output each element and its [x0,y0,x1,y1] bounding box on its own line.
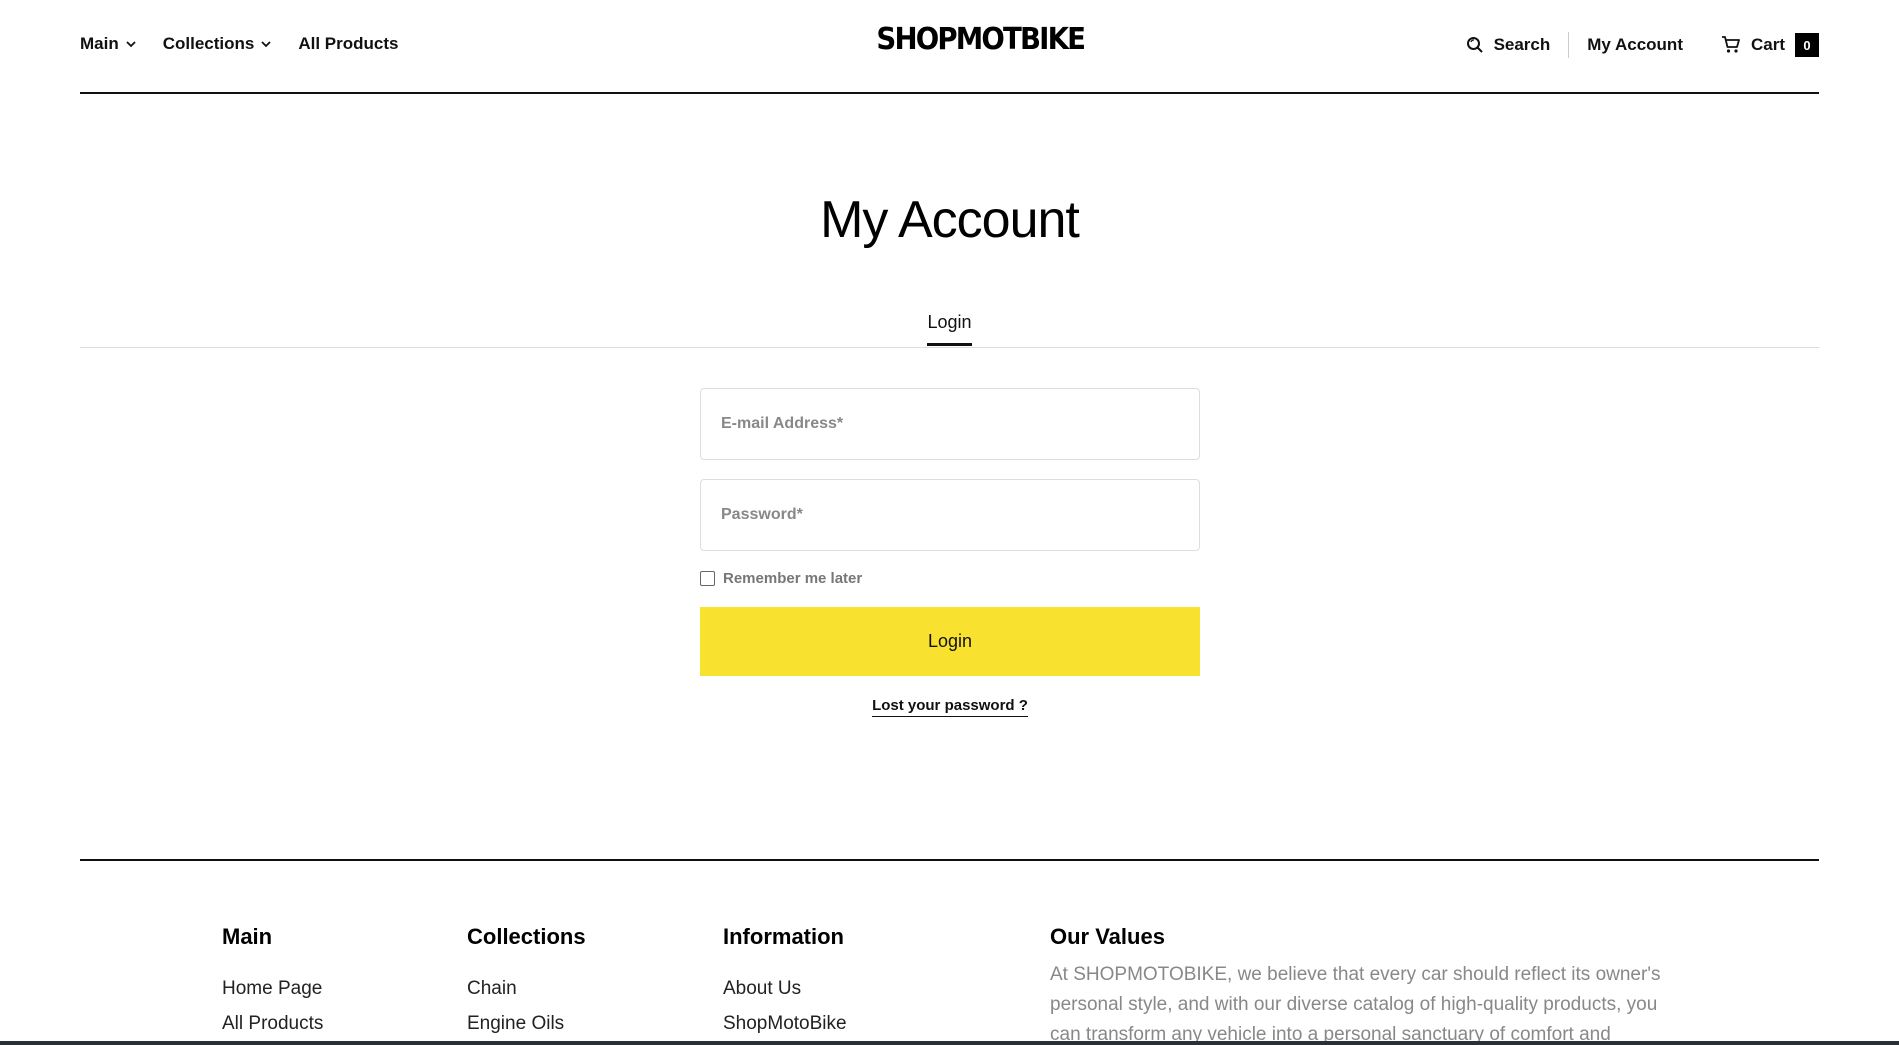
login-form: Remember me later Login Lost your passwo… [700,388,1200,717]
footer-column-values: Our Values At SHOPMOTOBIKE, we believe t… [1050,924,1690,1045]
cart-button[interactable]: Cart 0 [1721,33,1819,57]
footer-divider [80,859,1819,861]
nav-item-label: Main [80,34,119,53]
footer-heading: Information [723,924,844,949]
remember-me-row: Remember me later [700,570,1200,587]
nav-item-all-products[interactable]: All Products [298,34,398,54]
footer-column-main: Main Home Page All Products [222,924,323,1045]
footer-link-all-products[interactable]: All Products [222,1013,323,1035]
cart-icon [1721,36,1740,53]
footer-link-chain[interactable]: Chain [467,978,586,1000]
footer-heading: Main [222,924,273,949]
main-nav: Main Collections All Products [80,34,398,54]
nav-item-main[interactable]: Main [80,34,137,54]
footer-column-collections: Collections Chain Engine Oils [467,924,586,1045]
login-button[interactable]: Login [700,607,1200,676]
chevron-down-icon [126,41,136,48]
footer-link-shopmotobike[interactable]: ShopMotoBike [723,1013,847,1035]
remember-me-checkbox[interactable] [700,571,715,586]
footer-heading: Collections [467,924,586,949]
password-field[interactable] [721,506,1199,524]
account-tabs: Login [80,312,1819,348]
site-header: Main Collections All Products SHOPMOTBIK… [80,0,1819,94]
bottom-bar [0,1041,1899,1045]
site-logo[interactable]: SHOPMOTBIKE [876,22,1086,57]
footer-heading: Our Values [1050,924,1165,949]
lost-password-link[interactable]: Lost your password ? [872,697,1028,717]
nav-item-label: All Products [298,34,399,53]
email-field[interactable] [721,415,1199,433]
footer-column-information: Information About Us ShopMotoBike [723,924,847,1045]
values-text: At SHOPMOTOBIKE, we believe that every c… [1050,964,1661,1045]
search-label: Search [1493,35,1551,54]
search-icon [1466,37,1483,53]
cart-count-badge: 0 [1795,33,1819,57]
search-button[interactable]: Search [1466,32,1570,58]
lost-password-row: Lost your password ? [700,697,1200,717]
password-field-wrapper [700,479,1200,551]
tab-login[interactable]: Login [927,312,972,346]
email-field-wrapper [700,388,1200,460]
footer-link-engine-oils[interactable]: Engine Oils [467,1013,586,1035]
cart-label: Cart [1750,35,1785,54]
nav-item-label: Collections [162,34,255,53]
nav-item-collections[interactable]: Collections [163,34,273,54]
page-title: My Account [820,191,1080,249]
chevron-down-icon [261,41,271,48]
remember-me-label[interactable]: Remember me later [723,570,862,587]
footer-link-about-us[interactable]: About Us [723,978,847,1000]
header-actions: Search My Account Cart 0 [1466,32,1819,58]
footer-link-home-page[interactable]: Home Page [222,978,323,1000]
my-account-link[interactable]: My Account [1587,35,1683,55]
